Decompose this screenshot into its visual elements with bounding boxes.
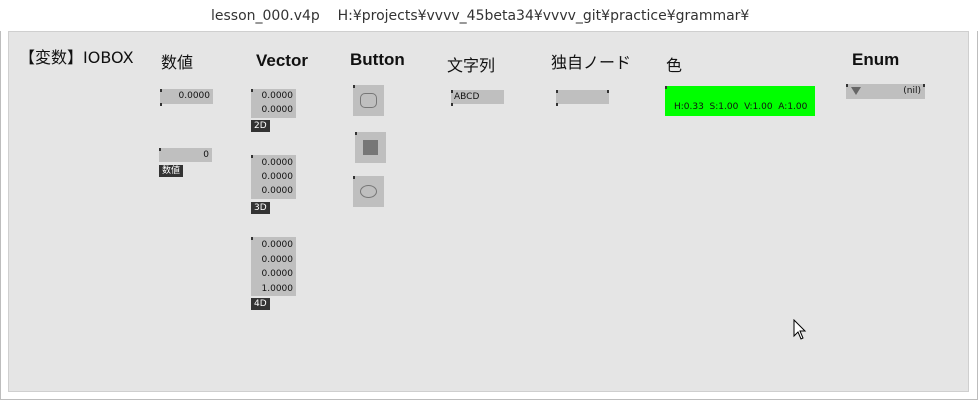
mouse-cursor-icon [793, 319, 807, 340]
vector-3d-value-y: 0.0000 [261, 172, 294, 182]
vector-4d-value-x: 0.0000 [261, 240, 294, 250]
window-title: lesson_000.v4p H:¥projects¥vvvv_45beta34… [211, 8, 750, 24]
column-heading-string: 文字列 [447, 56, 496, 75]
bang-button-iobox[interactable] [353, 85, 384, 116]
vector-3d-tag: 3D [251, 202, 270, 214]
column-heading-number: 数値 [161, 53, 194, 72]
vector-4d-value-z: 0.0000 [261, 269, 294, 279]
column-heading-button: Button [350, 50, 405, 69]
dropdown-arrow-icon[interactable] [851, 87, 861, 95]
press-button-iobox[interactable] [353, 176, 384, 207]
bang-button-icon [360, 93, 377, 108]
vector-4d-value-w: 1.0000 [261, 284, 294, 294]
output-pin[interactable] [451, 103, 453, 106]
vector-4d-value-y: 0.0000 [261, 255, 294, 265]
vector-4d-tag: 4D [251, 298, 270, 310]
output-pin[interactable] [160, 103, 162, 106]
column-heading-enum: Enum [852, 50, 900, 69]
number-value: 0.0000 [178, 91, 211, 101]
vector-2d-tag: 2D [251, 120, 270, 132]
enum-value: (nil) [903, 86, 921, 96]
press-circle-icon [360, 185, 377, 198]
custom-node-iobox[interactable] [556, 90, 609, 106]
enum-iobox[interactable]: (nil) [846, 84, 925, 99]
number-iobox[interactable]: 0.0000 [160, 89, 213, 106]
column-heading-vector: Vector [256, 51, 308, 70]
vector-3d-value-x: 0.0000 [261, 158, 294, 168]
integer-iobox[interactable]: 0 [159, 148, 212, 162]
string-value: ABCD [454, 92, 480, 102]
main-heading: 【変数】IOBOX [19, 48, 134, 67]
descriptive-name-tag: 数値 [159, 165, 184, 177]
color-iobox[interactable]: H:0.33 S:1.00 V:1.00 A:1.00 [665, 86, 815, 116]
vector-3d-iobox[interactable]: 0.0000 0.0000 0.0000 [251, 155, 296, 199]
integer-value: 0 [203, 150, 209, 160]
toggle-square-icon [363, 140, 378, 155]
title-bar: lesson_000.v4p H:¥projects¥vvvv_45beta34… [0, 0, 978, 31]
output-pin[interactable] [556, 103, 558, 106]
vector-2d-iobox[interactable]: 0.0000 0.0000 [251, 89, 296, 118]
toggle-button-iobox[interactable] [355, 132, 386, 163]
vector-2d-value-x: 0.0000 [261, 91, 294, 101]
vector-2d-value-y: 0.0000 [261, 105, 294, 115]
patch-canvas[interactable] [8, 31, 969, 392]
vector-4d-iobox[interactable]: 0.0000 0.0000 0.0000 1.0000 [251, 237, 296, 296]
vector-3d-value-z: 0.0000 [261, 186, 294, 196]
input-pin[interactable] [665, 86, 667, 89]
column-heading-color: 色 [666, 56, 683, 75]
string-iobox[interactable]: ABCD [451, 90, 504, 106]
color-value: H:0.33 S:1.00 V:1.00 A:1.00 [674, 102, 808, 112]
column-heading-custom: 独自ノード [551, 53, 632, 72]
